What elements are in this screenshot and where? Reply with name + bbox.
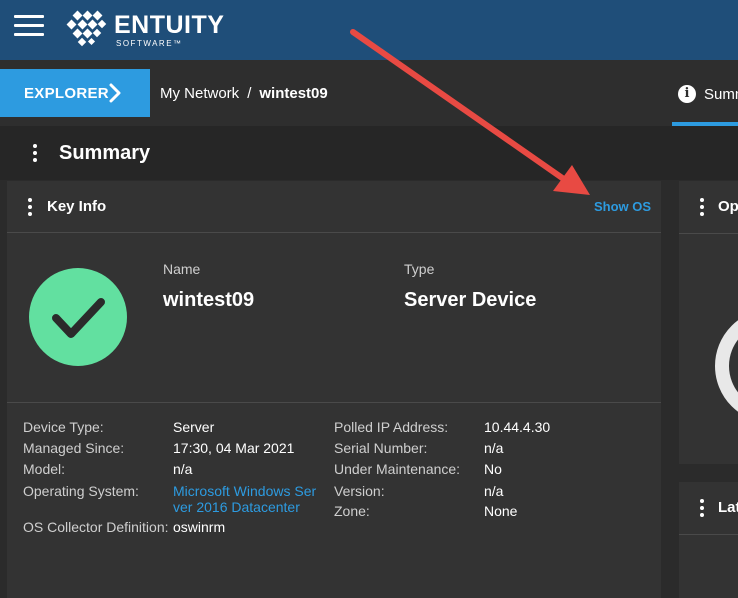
detail-label: Polled IP Address: bbox=[334, 419, 449, 435]
detail-value: n/a bbox=[484, 483, 504, 499]
operating-system-link[interactable]: Microsoft Windows Server 2016 Datacenter bbox=[173, 483, 323, 515]
side-panel-menu-icon[interactable] bbox=[699, 499, 705, 517]
side-panel-bottom: Lat bbox=[679, 482, 738, 598]
key-info-menu-icon[interactable] bbox=[27, 198, 33, 216]
tab-summary-label: Summ bbox=[704, 86, 738, 103]
summary-header: Summary bbox=[0, 126, 738, 180]
divider bbox=[679, 534, 738, 535]
side-panel-title: Ope bbox=[718, 198, 738, 215]
detail-label: Device Type: bbox=[23, 419, 104, 435]
brand-name: ENTUITY bbox=[114, 11, 225, 39]
app-bar: ENTUITY SOFTWARE™ bbox=[0, 0, 738, 60]
explorer-button-label: EXPLORER bbox=[24, 85, 109, 102]
name-label: Name bbox=[163, 261, 201, 277]
key-info-title: Key Info bbox=[47, 198, 107, 215]
detail-value: n/a bbox=[484, 440, 504, 456]
detail-label: OS Collector Definition: bbox=[23, 519, 169, 535]
check-icon bbox=[52, 298, 105, 338]
brand-subtitle: SOFTWARE™ bbox=[116, 39, 183, 48]
breadcrumb-bar: EXPLORER My Network / wintest09 i Summ bbox=[0, 60, 738, 126]
info-icon: i bbox=[678, 85, 696, 103]
summary-menu-icon[interactable] bbox=[32, 144, 38, 162]
key-info-header: Key Info Show OS bbox=[7, 181, 661, 233]
breadcrumb-my-network[interactable]: My Network bbox=[160, 85, 239, 102]
breadcrumb-separator: / bbox=[247, 85, 252, 102]
detail-value: 10.44.4.30 bbox=[484, 419, 551, 435]
detail-value: 17:30, 04 Mar 2021 bbox=[173, 440, 295, 456]
logo-mark-icon bbox=[66, 10, 107, 47]
status-ok-badge bbox=[29, 268, 127, 366]
detail-value: oswinrm bbox=[173, 519, 226, 535]
tab-summary[interactable]: i Summ bbox=[672, 69, 738, 126]
detail-label: Model: bbox=[23, 461, 66, 477]
show-os-link[interactable]: Show OS bbox=[594, 199, 651, 214]
gauge-chart bbox=[715, 320, 738, 412]
detail-label: Under Maintenance: bbox=[334, 461, 461, 477]
detail-label: Serial Number: bbox=[334, 440, 428, 456]
page-title: Summary bbox=[59, 142, 151, 164]
side-panel-menu-icon[interactable] bbox=[699, 198, 705, 216]
detail-label: Managed Since: bbox=[23, 440, 125, 456]
detail-label: Operating System: bbox=[23, 483, 139, 499]
explorer-button[interactable]: EXPLORER bbox=[0, 69, 150, 117]
detail-value: n/a bbox=[173, 461, 193, 477]
type-label: Type bbox=[404, 261, 435, 277]
detail-value: No bbox=[484, 461, 502, 477]
breadcrumb: My Network / wintest09 bbox=[160, 85, 328, 102]
detail-label: Zone: bbox=[334, 503, 370, 519]
divider bbox=[7, 402, 661, 403]
device-type: Server Device bbox=[404, 289, 537, 311]
side-panel-title: Lat bbox=[718, 499, 738, 516]
device-name: wintest09 bbox=[163, 289, 255, 311]
detail-label: Version: bbox=[334, 483, 385, 499]
side-panel-top: Ope bbox=[679, 181, 738, 464]
breadcrumb-current: wintest09 bbox=[259, 85, 328, 102]
detail-value: None bbox=[484, 503, 518, 519]
detail-value: Server bbox=[173, 419, 215, 435]
chevron-right-icon bbox=[109, 83, 121, 103]
entuity-logo[interactable]: ENTUITY SOFTWARE™ bbox=[64, 10, 224, 50]
key-info-panel: Key Info Show OS Name wintest09 Type Ser… bbox=[7, 181, 661, 598]
menu-icon[interactable] bbox=[14, 14, 44, 38]
divider bbox=[679, 233, 738, 234]
